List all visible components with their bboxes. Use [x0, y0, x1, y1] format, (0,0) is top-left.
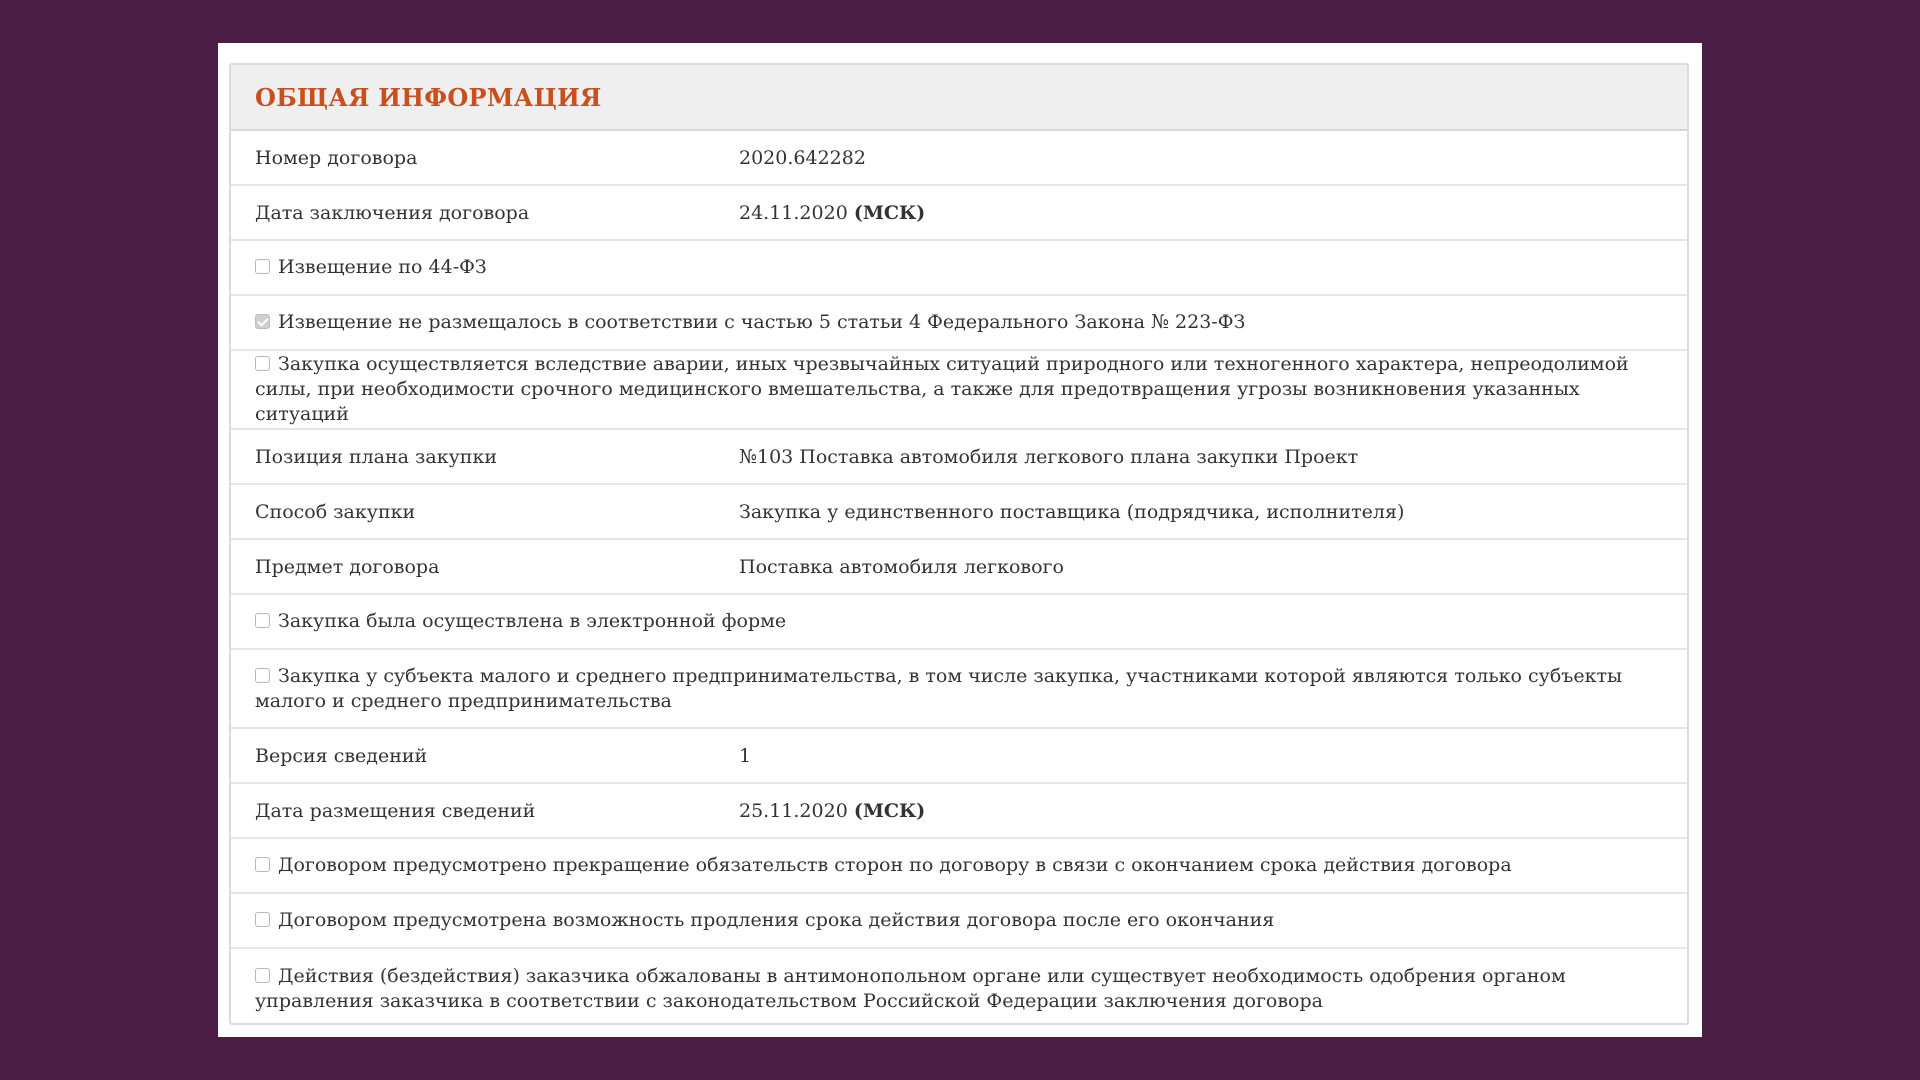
posting-date-timezone: (МСК) [853, 799, 926, 822]
row-version: Версия сведений 1 [231, 729, 1687, 784]
method-label: Способ закупки [255, 500, 416, 523]
row-electronic: Закупка была осуществлена в электронной … [231, 595, 1687, 650]
row-appeal: Действия (бездействия) заказчика обжалов… [231, 949, 1687, 1023]
posting-date-label: Дата размещения сведений [255, 799, 536, 822]
sme-option: Закупка у субъекта малого и среднего пре… [255, 664, 1663, 714]
plan-position-value: №103 Поставка автомобиля легкового плана… [739, 445, 1359, 468]
plan-position-label: Позиция плана закупки [255, 445, 497, 468]
row-emergency: Закупка осуществляется вследствие аварии… [231, 351, 1687, 430]
notice-44fz-label: Извещение по 44-ФЗ [278, 256, 487, 278]
contract-date-timezone: (МСК) [853, 201, 926, 224]
extension-option: Договором предусмотрена возможность прод… [255, 908, 1274, 933]
page-sheet: ОБЩАЯ ИНФОРМАЦИЯ Номер договора 2020.642… [218, 43, 1702, 1037]
notice-not-posted-label: Извещение не размещалось в соответствии … [278, 311, 1246, 333]
version-value: 1 [739, 744, 752, 767]
method-value: Закупка у единственного поставщика (подр… [739, 500, 1405, 523]
emergency-checkbox[interactable] [255, 356, 270, 371]
sme-label: Закупка у субъекта малого и среднего пре… [255, 664, 1623, 712]
subject-value: Поставка автомобиля легкового [739, 555, 1064, 578]
contract-number-label: Номер договора [255, 146, 418, 169]
row-method: Способ закупки Закупка у единственного п… [231, 485, 1687, 540]
row-posting-date: Дата размещения сведений 25.11.2020 (МСК… [231, 784, 1687, 839]
row-notice-not-posted: Извещение не размещалось в соответствии … [231, 296, 1687, 351]
electronic-label: Закупка была осуществлена в электронной … [278, 610, 787, 632]
notice-not-posted-option: Извещение не размещалось в соответствии … [255, 310, 1245, 335]
termination-option: Договором предусмотрено прекращение обяз… [255, 853, 1512, 878]
contract-number-value: 2020.642282 [739, 146, 866, 169]
row-sme: Закупка у субъекта малого и среднего пре… [231, 650, 1687, 729]
posting-date-value-wrap: 25.11.2020 (МСК) [739, 800, 1663, 822]
extension-label: Договором предусмотрена возможность прод… [278, 909, 1275, 931]
sme-checkbox[interactable] [255, 667, 270, 683]
appeal-checkbox[interactable] [255, 967, 270, 983]
termination-checkbox[interactable] [255, 857, 270, 872]
emergency-label: Закупка осуществляется вследствие аварии… [255, 353, 1629, 425]
row-contract-date: Дата заключения договора 24.11.2020 (МСК… [231, 186, 1687, 241]
row-subject: Предмет договора Поставка автомобиля лег… [231, 540, 1687, 595]
row-contract-number: Номер договора 2020.642282 [231, 131, 1687, 186]
posting-date-value: 25.11.2020 [739, 799, 848, 822]
notice-44fz-checkbox[interactable] [255, 259, 270, 274]
emergency-option: Закупка осуществляется вследствие аварии… [255, 352, 1663, 427]
appeal-option: Действия (бездействия) заказчика обжалов… [255, 964, 1663, 1014]
row-notice-44fz: Извещение по 44-ФЗ [231, 241, 1687, 296]
contract-date-value: 24.11.2020 [739, 201, 848, 224]
contract-date-value-wrap: 24.11.2020 (МСК) [739, 202, 1663, 224]
notice-44fz-option: Извещение по 44-ФЗ [255, 255, 487, 280]
extension-checkbox[interactable] [255, 912, 270, 927]
contract-date-label: Дата заключения договора [255, 201, 530, 224]
row-extension: Договором предусмотрена возможность прод… [231, 894, 1687, 949]
termination-label: Договором предусмотрено прекращение обяз… [278, 854, 1512, 876]
row-plan-position: Позиция плана закупки №103 Поставка авто… [231, 430, 1687, 485]
version-label: Версия сведений [255, 744, 428, 767]
panel-header: ОБЩАЯ ИНФОРМАЦИЯ [231, 65, 1687, 131]
subject-label: Предмет договора [255, 555, 440, 578]
electronic-option: Закупка была осуществлена в электронной … [255, 609, 786, 634]
notice-not-posted-checkbox[interactable] [255, 314, 270, 329]
appeal-label: Действия (бездействия) заказчика обжалов… [255, 964, 1566, 1012]
electronic-checkbox[interactable] [255, 613, 270, 628]
general-info-panel: ОБЩАЯ ИНФОРМАЦИЯ Номер договора 2020.642… [229, 63, 1689, 1025]
panel-title: ОБЩАЯ ИНФОРМАЦИЯ [255, 82, 602, 112]
row-termination: Договором предусмотрено прекращение обяз… [231, 839, 1687, 894]
